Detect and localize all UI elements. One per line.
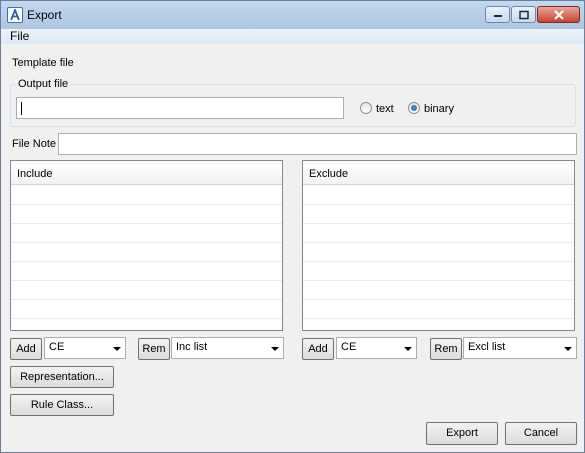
- export-button[interactable]: Export: [426, 422, 498, 445]
- include-list-combo[interactable]: Inc list: [171, 337, 284, 359]
- radio-binary-label[interactable]: binary: [424, 103, 454, 115]
- radio-text[interactable]: [360, 102, 372, 114]
- exclude-type-combo[interactable]: CE: [336, 337, 417, 359]
- list-row-divider: [11, 280, 282, 281]
- include-header-label: Include: [17, 168, 53, 180]
- cancel-button[interactable]: Cancel: [505, 422, 577, 445]
- menu-bar: File: [1, 29, 584, 44]
- app-logo-icon: [7, 7, 23, 23]
- menu-file[interactable]: File: [10, 29, 29, 43]
- include-list[interactable]: Include: [10, 160, 283, 331]
- include-list-header[interactable]: Include: [11, 161, 282, 185]
- chevron-down-icon: [404, 347, 412, 351]
- include-type-value: CE: [49, 341, 65, 353]
- include-add-button[interactable]: Add: [10, 338, 42, 360]
- list-row-divider: [303, 280, 574, 281]
- list-row-divider: [303, 299, 574, 300]
- chevron-down-icon: [271, 347, 279, 351]
- radio-selected-dot: [411, 105, 417, 111]
- list-row-divider: [303, 318, 574, 319]
- minimize-icon: [493, 14, 502, 17]
- representation-button[interactable]: Representation...: [10, 366, 114, 388]
- exclude-add-button[interactable]: Add: [302, 338, 334, 360]
- list-row-divider: [303, 204, 574, 205]
- include-type-combo[interactable]: CE: [44, 337, 126, 359]
- list-row-divider: [303, 261, 574, 262]
- radio-text-label[interactable]: text: [376, 103, 394, 115]
- file-note-label: File Note: [12, 138, 57, 150]
- list-row-divider: [303, 242, 574, 243]
- export-window: Export File Template file Output file te…: [0, 0, 585, 453]
- chevron-down-icon: [113, 347, 121, 351]
- list-row-divider: [11, 299, 282, 300]
- text-caret: [21, 102, 22, 115]
- include-rem-button[interactable]: Rem: [138, 338, 170, 360]
- maximize-icon: [518, 10, 529, 19]
- window-title: Export: [27, 8, 62, 22]
- include-list-value: Inc list: [176, 341, 208, 353]
- output-file-group-label: Output file: [16, 78, 71, 90]
- list-row-divider: [11, 223, 282, 224]
- output-file-input[interactable]: [16, 97, 344, 119]
- exclude-type-value: CE: [341, 341, 357, 353]
- list-row-divider: [11, 204, 282, 205]
- title-bar[interactable]: Export: [1, 1, 584, 29]
- list-row-divider: [11, 261, 282, 262]
- exclude-header-label: Exclude: [309, 168, 349, 180]
- radio-binary[interactable]: [408, 102, 420, 114]
- exclude-list-header[interactable]: Exclude: [303, 161, 574, 185]
- maximize-button[interactable]: [511, 6, 536, 23]
- exclude-list-value: Excl list: [468, 341, 506, 353]
- exclude-list-combo[interactable]: Excl list: [463, 337, 577, 359]
- file-note-input[interactable]: [58, 133, 577, 155]
- chevron-down-icon: [564, 347, 572, 351]
- list-row-divider: [11, 242, 282, 243]
- rule-class-button[interactable]: Rule Class...: [10, 394, 114, 416]
- minimize-button[interactable]: [485, 6, 510, 23]
- exclude-rem-button[interactable]: Rem: [430, 338, 462, 360]
- close-icon: [553, 9, 564, 20]
- close-button[interactable]: [537, 6, 580, 23]
- list-row-divider: [303, 223, 574, 224]
- template-file-label: Template file: [12, 57, 74, 69]
- list-row-divider: [11, 318, 282, 319]
- exclude-list[interactable]: Exclude: [302, 160, 575, 331]
